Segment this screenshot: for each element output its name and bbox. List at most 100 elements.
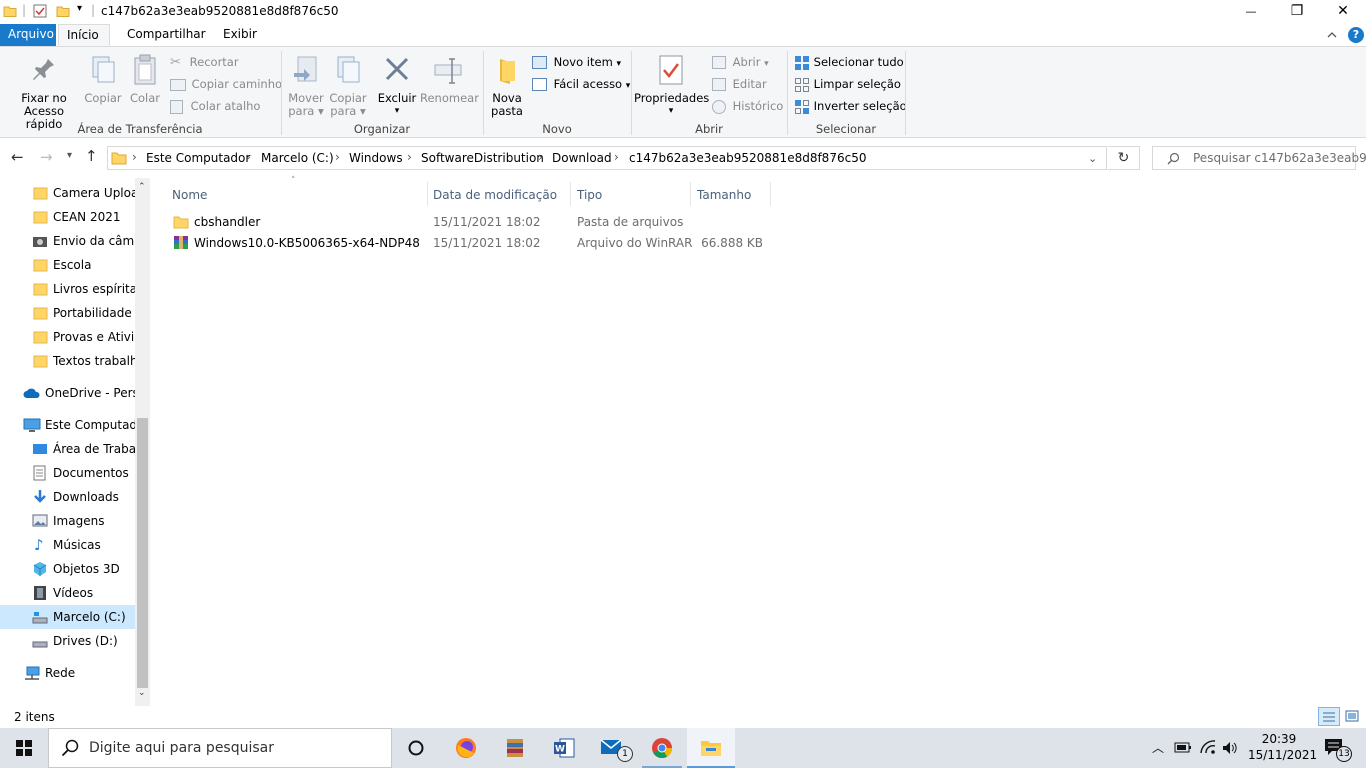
column-header-size[interactable]: Tamanho <box>697 186 751 204</box>
nav-item-livros[interactable]: Livros espíritas <box>0 277 135 301</box>
easy-access-button[interactable]: Fácil acesso ▾ <box>532 74 630 94</box>
nav-item-pictures[interactable]: Imagens <box>0 509 135 533</box>
nav-item-videos[interactable]: Vídeos <box>0 581 135 605</box>
edit-button[interactable]: Editar <box>712 74 767 94</box>
clock[interactable]: 20:39 15/11/2021 <box>1248 731 1317 763</box>
breadcrumb-drive-c[interactable]: Marcelo (C:) <box>261 151 334 165</box>
table-row[interactable]: cbshandler 15/11/2021 18:02 Pasta de arq… <box>170 212 770 232</box>
column-separator[interactable] <box>690 182 691 206</box>
close-button[interactable]: ✕ <box>1320 0 1366 24</box>
recent-locations-chevron-icon[interactable]: ▾ <box>67 150 72 161</box>
start-button[interactable] <box>0 728 48 768</box>
taskbar-search-box[interactable]: Digite aqui para pesquisar <box>48 728 392 768</box>
help-button[interactable]: ? <box>1348 27 1364 43</box>
new-folder-qat-icon[interactable] <box>56 4 70 18</box>
nav-item-escola[interactable]: Escola <box>0 253 135 277</box>
cut-button[interactable]: ✂ Recortar <box>170 52 239 72</box>
task-view-button[interactable] <box>392 728 440 768</box>
breadcrumb-separator-icon[interactable]: › <box>335 150 340 164</box>
copy-to-button[interactable]: Copiar para ▾ <box>328 53 368 118</box>
nav-item-music[interactable]: ♪ Músicas <box>0 533 135 557</box>
taskbar-mail[interactable]: 1 <box>590 728 638 768</box>
taskbar-chrome[interactable] <box>638 728 686 768</box>
breadcrumb-separator-icon[interactable]: › <box>246 150 251 164</box>
qat-dropdown-icon[interactable]: ▾ <box>77 3 82 14</box>
copy-button[interactable]: Copiar <box>84 53 122 105</box>
column-separator[interactable] <box>770 182 771 206</box>
tab-home[interactable]: Início <box>58 24 110 46</box>
large-icons-view-button[interactable] <box>1342 707 1362 726</box>
select-all-button[interactable]: Selecionar tudo <box>794 52 904 72</box>
paste-button[interactable]: Colar <box>126 53 164 105</box>
address-dropdown-chevron-icon[interactable]: ⌄ <box>1088 152 1097 165</box>
breadcrumb-separator-icon[interactable]: › <box>132 150 137 164</box>
table-row[interactable]: Windows10.0-KB5006365-x64-NDP48 15/11/20… <box>170 233 770 253</box>
pin-quick-access-button[interactable]: Fixar no Acesso rápido <box>4 53 84 131</box>
delete-button[interactable]: Excluir ▾ <box>376 53 418 118</box>
minimize-button[interactable]: — <box>1228 0 1274 24</box>
breadcrumb-separator-icon[interactable]: › <box>538 150 543 164</box>
taskbar-firefox[interactable] <box>442 728 490 768</box>
address-bar[interactable]: › Este Computador › Marcelo (C:) › Windo… <box>107 146 1107 170</box>
back-arrow-icon[interactable]: ← <box>11 148 24 166</box>
refresh-button[interactable]: ↻ <box>1108 146 1140 170</box>
rename-button[interactable]: Renomear <box>420 53 479 105</box>
column-header-type[interactable]: Tipo <box>577 186 602 204</box>
details-view-button[interactable] <box>1318 707 1340 726</box>
nav-item-this-pc[interactable]: Este Computador <box>0 413 135 437</box>
forward-arrow-icon[interactable]: → <box>40 148 53 166</box>
breadcrumb-download[interactable]: Download <box>552 151 612 165</box>
nav-item-drive-c[interactable]: Marcelo (C:) <box>0 605 135 629</box>
history-button[interactable]: Histórico <box>712 96 783 116</box>
copy-path-button[interactable]: Copiar caminho <box>170 74 282 94</box>
move-to-button[interactable]: Mover para ▾ <box>286 53 326 118</box>
nav-item-camera-roll[interactable]: Envio da câmera <box>0 229 135 253</box>
nav-item-desktop[interactable]: Área de Trabalho <box>0 437 135 461</box>
column-separator[interactable] <box>570 182 571 206</box>
breadcrumb-softwaredistribution[interactable]: SoftwareDistribution <box>421 151 544 165</box>
tray-chevron-up-icon[interactable]: ︿ <box>1152 739 1164 756</box>
scroll-up-arrow-icon[interactable]: ⌃ <box>138 182 146 192</box>
new-folder-button[interactable]: Nova pasta <box>488 53 526 118</box>
tab-file[interactable]: Arquivo <box>0 24 56 46</box>
nav-item-textos[interactable]: Textos trabalho <box>0 349 135 373</box>
properties-button[interactable]: Propriedades ▾ <box>634 53 709 118</box>
nav-item-onedrive[interactable]: OneDrive - Personal <box>0 381 135 405</box>
nav-item-3d-objects[interactable]: Objetos 3D <box>0 557 135 581</box>
nav-item-cean-2021[interactable]: CEAN 2021 <box>0 205 135 229</box>
wifi-icon[interactable] <box>1199 739 1217 755</box>
scroll-down-arrow-icon[interactable]: ⌄ <box>138 688 146 698</box>
breadcrumb-this-pc[interactable]: Este Computador <box>146 151 250 165</box>
nav-item-drive-d[interactable]: Drives (D:) <box>0 629 135 653</box>
column-separator[interactable] <box>427 182 428 206</box>
taskbar-file-explorer[interactable] <box>687 728 735 768</box>
new-item-button[interactable]: Novo item ▾ <box>532 52 621 72</box>
breadcrumb-separator-icon[interactable]: › <box>831 150 836 164</box>
select-none-button[interactable]: Limpar seleção <box>794 74 901 94</box>
breadcrumb-windows[interactable]: Windows <box>349 151 403 165</box>
taskbar-word[interactable]: W <box>540 728 588 768</box>
battery-icon[interactable] <box>1174 741 1192 755</box>
taskbar-winrar[interactable] <box>491 728 539 768</box>
breadcrumb-separator-icon[interactable]: › <box>614 150 619 164</box>
column-header-name[interactable]: Nome <box>172 186 207 204</box>
scrollbar-thumb[interactable] <box>137 418 148 688</box>
volume-icon[interactable] <box>1221 740 1239 756</box>
nav-item-downloads[interactable]: Downloads <box>0 485 135 509</box>
nav-item-provas[interactable]: Provas e Atividades <box>0 325 135 349</box>
collapse-ribbon-icon[interactable] <box>1326 29 1338 41</box>
paste-shortcut-button[interactable]: Colar atalho <box>170 96 260 116</box>
properties-qat-icon[interactable] <box>33 4 47 18</box>
nav-item-portabilidade[interactable]: Portabilidade <box>0 301 135 325</box>
nav-scrollbar[interactable]: ⌃ ⌄ <box>135 178 150 706</box>
nav-item-camera-upload[interactable]: Camera Upload <box>0 181 135 205</box>
invert-selection-button[interactable]: Inverter seleção <box>794 96 907 116</box>
column-header-date[interactable]: Data de modificação <box>433 186 557 204</box>
nav-item-documents[interactable]: Documentos <box>0 461 135 485</box>
tab-share[interactable]: Compartilhar <box>119 24 214 46</box>
breadcrumb-separator-icon[interactable]: › <box>407 150 412 164</box>
tab-view[interactable]: Exibir <box>215 24 265 46</box>
nav-item-network[interactable]: Rede <box>0 661 135 685</box>
restore-button[interactable]: ❐ <box>1274 0 1320 24</box>
action-center-button[interactable]: 13 <box>1316 728 1364 768</box>
